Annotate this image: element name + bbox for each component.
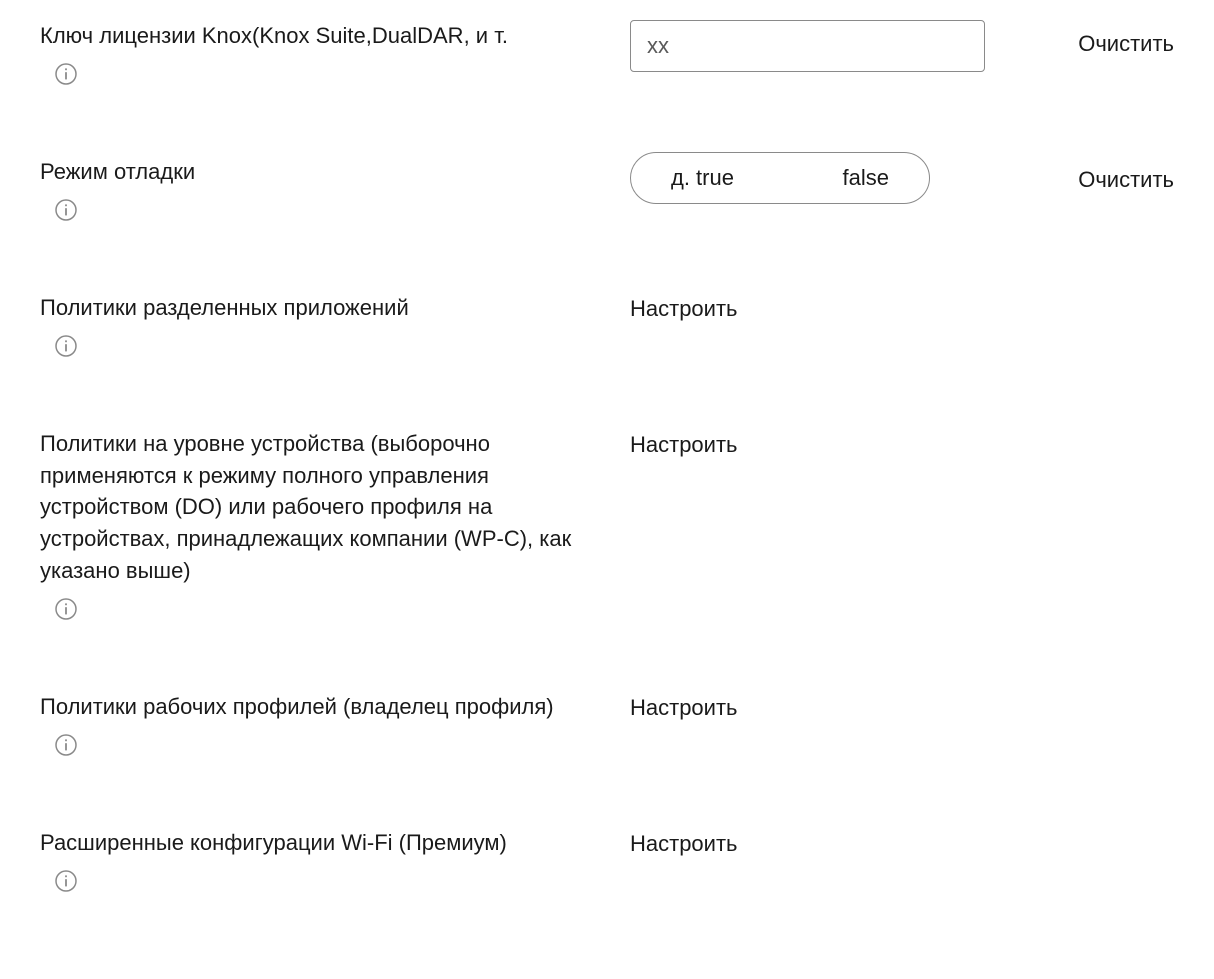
- configure-button[interactable]: Настроить: [630, 428, 738, 458]
- info-icon[interactable]: [54, 733, 620, 757]
- label-col: Политики на уровне устройства (выборочно…: [40, 428, 630, 621]
- control-col: Настроить: [630, 428, 1000, 461]
- license-input[interactable]: [630, 20, 985, 72]
- info-icon[interactable]: [54, 62, 620, 86]
- control-col: Настроить: [630, 691, 1000, 724]
- empty: [1000, 691, 1174, 699]
- row-device-policies: Политики на уровне устройства (выборочно…: [40, 428, 1174, 621]
- toggle-false[interactable]: false: [843, 165, 889, 191]
- control-col: д. true false: [630, 156, 1000, 204]
- configure-button[interactable]: Настроить: [630, 292, 738, 322]
- row-license-key: Ключ лицензии Knox(Knox Suite,DualDAR, и…: [40, 20, 1174, 86]
- info-icon[interactable]: [54, 869, 620, 893]
- info-icon[interactable]: [54, 334, 620, 358]
- clear-button[interactable]: Очистить: [1078, 167, 1174, 193]
- configure-button[interactable]: Настроить: [630, 691, 738, 721]
- label-col: Политики рабочих профилей (владелец проф…: [40, 691, 630, 757]
- empty: [1000, 827, 1174, 835]
- debug-toggle[interactable]: д. true false: [630, 152, 930, 204]
- control-col: Настроить: [630, 292, 1000, 325]
- row-split-policies: Политики разделенных приложений Настроит…: [40, 292, 1174, 358]
- label-col: Расширенные конфигурации Wi-Fi (Премиум): [40, 827, 630, 893]
- clear-button[interactable]: Очистить: [1078, 31, 1174, 57]
- label-col: Режим отладки: [40, 156, 630, 222]
- device-label: Политики на уровне устройства (выборочно…: [40, 428, 620, 587]
- work-label: Политики рабочих профилей (владелец проф…: [40, 691, 620, 723]
- settings-form: Ключ лицензии Knox(Knox Suite,DualDAR, и…: [0, 0, 1214, 979]
- info-icon[interactable]: [54, 597, 620, 621]
- wifi-label: Расширенные конфигурации Wi-Fi (Премиум): [40, 827, 620, 859]
- label-col: Политики разделенных приложений: [40, 292, 630, 358]
- control-col: [630, 20, 1000, 72]
- debug-label: Режим отладки: [40, 156, 620, 188]
- info-icon[interactable]: [54, 198, 620, 222]
- row-wifi-advanced: Расширенные конфигурации Wi-Fi (Премиум)…: [40, 827, 1174, 893]
- license-label: Ключ лицензии Knox(Knox Suite,DualDAR, и…: [40, 20, 620, 52]
- control-col: Настроить: [630, 827, 1000, 860]
- empty: [1000, 428, 1174, 436]
- row-work-profile-policies: Политики рабочих профилей (владелец проф…: [40, 691, 1174, 757]
- split-label: Политики разделенных приложений: [40, 292, 620, 324]
- label-col: Ключ лицензии Knox(Knox Suite,DualDAR, и…: [40, 20, 630, 86]
- toggle-true[interactable]: д. true: [671, 165, 734, 191]
- empty: [1000, 292, 1174, 300]
- row-debug-mode: Режим отладки д. true false Очистить: [40, 156, 1174, 222]
- configure-button[interactable]: Настроить: [630, 827, 738, 857]
